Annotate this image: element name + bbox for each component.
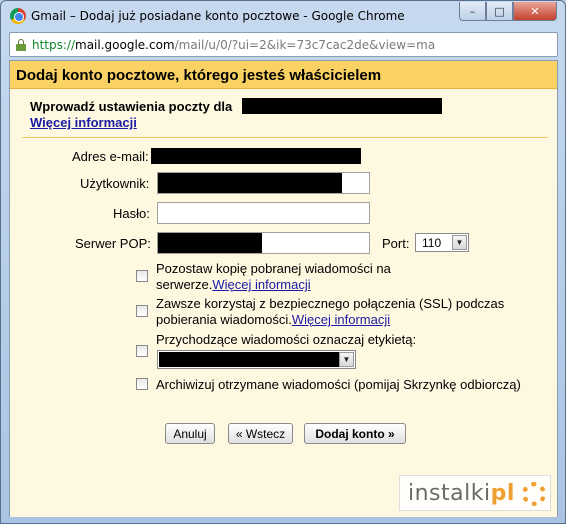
url-path: /mail/u/0/?ui=2&ik=73c7cac2de&view=ma [174,38,436,52]
port-label: Port: [382,236,410,251]
pop-server-field[interactable] [157,232,370,254]
dialog-body: Wprowadź ustawienia poczty dla Więcej in… [10,89,557,517]
chevron-down-icon[interactable]: ▼ [452,235,467,250]
close-button[interactable]: ✕ [513,2,557,21]
redacted-label-value [159,352,339,367]
label-incoming-text: Przychodzące wiadomości oznaczaj etykiet… [156,332,417,347]
chevron-down-icon[interactable]: ▼ [339,352,354,367]
window-controls: – □ ✕ [459,2,557,21]
ssl-option: Zawsze korzystaj z bezpiecznego połączen… [156,296,536,328]
address-bar[interactable]: https://mail.google.com/mail/u/0/?ui=2&i… [9,32,558,57]
browser-window: Gmail – Dodaj już posiadane konto poczto… [0,0,566,524]
watermark-logo: instalki pl [399,475,551,511]
add-account-button[interactable]: Dodaj konto » [304,423,406,444]
dialog-title: Dodaj konto pocztowe, którego jesteś wła… [16,67,382,84]
ssl-text-line1: Zawsze korzystaj z bezpiecznego połączen… [156,296,505,311]
maximize-button[interactable]: □ [486,2,513,21]
leave-copy-more-link[interactable]: Więcej informacji [212,277,310,292]
url-host: mail.google.com [75,38,175,52]
redacted-email-value [151,148,361,164]
intro-text: Wprowadź ustawienia poczty dla [30,99,233,114]
redacted-username [158,173,342,193]
watermark-suffix: pl [490,480,515,506]
title-bar: Gmail – Dodaj już posiadane konto poczto… [1,1,565,31]
label-select[interactable]: ▼ [157,350,356,369]
ssl-checkbox[interactable] [136,305,148,317]
port-value: 110 [422,236,442,250]
password-label: Hasło: [113,206,150,221]
ssl-text-line2: pobierania wiadomości. [156,312,292,327]
redacted-pop-server [158,233,262,253]
port-select[interactable]: 110 ▼ [415,233,469,252]
label-incoming-checkbox[interactable] [136,345,148,357]
divider [22,137,548,138]
archive-checkbox[interactable] [136,378,148,390]
url-text[interactable]: https://mail.google.com/mail/u/0/?ui=2&i… [32,38,435,52]
watermark-text: instalki [408,480,491,506]
more-info-link[interactable]: Więcej informacji [30,115,137,130]
archive-text: Archiwizuj otrzymane wiadomości (pomijaj… [156,377,521,392]
dialog-header: Dodaj konto pocztowe, którego jesteś wła… [10,61,557,89]
username-field[interactable] [157,172,370,194]
leave-copy-option: Pozostaw kopię pobranej wiadomości na se… [156,261,406,293]
cancel-button[interactable]: Anuluj [165,423,215,444]
ssl-more-link[interactable]: Więcej informacji [292,312,390,327]
dialog: Dodaj konto pocztowe, którego jesteś wła… [9,60,558,517]
minimize-button[interactable]: – [459,2,486,21]
lock-icon [16,39,26,51]
redacted-email [242,98,442,114]
email-label: Adres e-mail: [72,149,149,164]
pop-server-label: Serwer POP: [75,236,151,251]
window-title: Gmail – Dodaj już posiadane konto poczto… [31,9,405,23]
leave-copy-checkbox[interactable] [136,270,148,282]
username-label: Użytkownik: [80,176,150,191]
back-button[interactable]: « Wstecz [228,423,293,444]
password-field[interactable] [157,202,370,224]
url-scheme: https:// [32,38,76,52]
gear-icon [522,482,546,506]
chrome-icon [10,8,26,24]
